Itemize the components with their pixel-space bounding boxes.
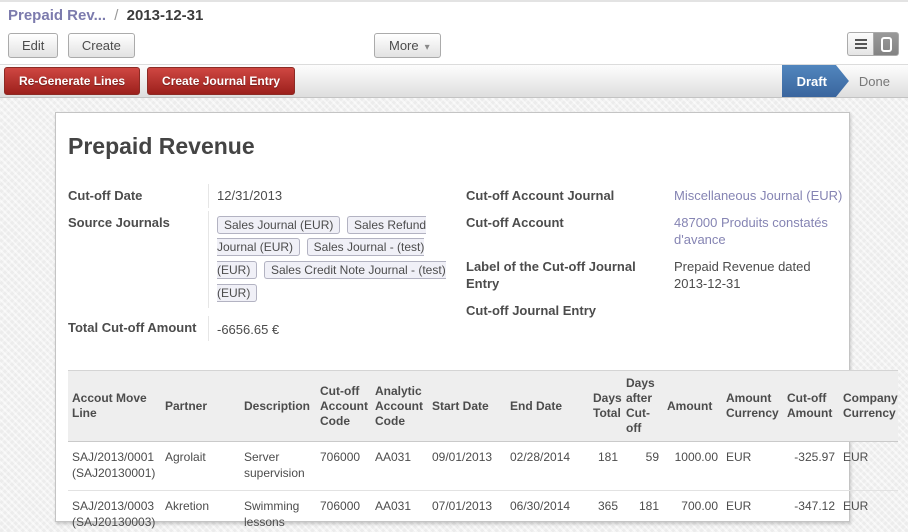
column-header: Amount Currency bbox=[722, 371, 783, 442]
cell-cutoff-amount: -325.97 bbox=[783, 442, 839, 491]
total-cutoff-label: Total Cut-off Amount bbox=[68, 316, 208, 342]
cell-company-currency: EUR bbox=[839, 442, 898, 491]
cell-partner: Akretion bbox=[161, 491, 240, 532]
cell-amount-currency: EUR bbox=[722, 491, 783, 532]
page-title: Prepaid Revenue bbox=[68, 133, 839, 160]
breadcrumb-separator: / bbox=[110, 7, 122, 24]
table-header-row: Accout Move Line Partner Description Cut… bbox=[68, 371, 898, 442]
field-total-cutoff-amount: Total Cut-off Amount -6656.65 € bbox=[68, 316, 466, 342]
column-header: Cut-off Amount bbox=[783, 371, 839, 442]
entry-label-value: Prepaid Revenue dated 2013-12-31 bbox=[666, 255, 844, 296]
account-journal-link[interactable]: Miscellaneous Journal (EUR) bbox=[666, 184, 844, 208]
view-switcher bbox=[847, 32, 899, 56]
journal-entry-label: Cut-off Journal Entry bbox=[466, 299, 666, 323]
field-cutoff-account-journal: Cut-off Account Journal Miscellaneous Jo… bbox=[466, 184, 844, 208]
field-cutoff-account: Cut-off Account 487000 Produits constaté… bbox=[466, 211, 844, 252]
more-label: More bbox=[389, 38, 419, 53]
field-cutoff-date: Cut-off Date 12/31/2013 bbox=[68, 184, 466, 208]
more-dropdown-button[interactable]: More▾ bbox=[374, 33, 441, 58]
cell-days-total: 181 bbox=[589, 442, 622, 491]
form-view-icon bbox=[881, 37, 892, 52]
cell-move-line: SAJ/2013/0003 (SAJ20130003) bbox=[68, 491, 161, 532]
cell-move-line: SAJ/2013/0001 (SAJ20130001) bbox=[68, 442, 161, 491]
cell-amount: 700.00 bbox=[663, 491, 722, 532]
column-header: Days Total bbox=[589, 371, 622, 442]
cell-company-currency: EUR bbox=[839, 491, 898, 532]
account-journal-label: Cut-off Account Journal bbox=[466, 184, 666, 208]
cell-amount-currency: EUR bbox=[722, 442, 783, 491]
column-header: Accout Move Line bbox=[68, 371, 161, 442]
column-header: End Date bbox=[506, 371, 589, 442]
statusbar-states: Draft Done bbox=[782, 65, 908, 97]
status-done-label: Done bbox=[849, 65, 908, 97]
cell-start-date: 07/01/2013 bbox=[428, 491, 506, 532]
entry-label-label: Label of the Cut-off Journal Entry bbox=[466, 255, 666, 296]
right-field-group: Cut-off Account Journal Miscellaneous Jo… bbox=[466, 184, 844, 344]
status-action-bar: Re-Generate Lines Create Journal Entry D… bbox=[0, 64, 908, 98]
cell-cutoff-amount: -347.12 bbox=[783, 491, 839, 532]
create-button[interactable]: Create bbox=[68, 33, 135, 58]
edit-button[interactable]: Edit bbox=[8, 33, 58, 58]
page: Prepaid Rev... / 2013-12-31 Edit Create … bbox=[0, 0, 908, 532]
field-groups: Cut-off Date 12/31/2013 Source Journals … bbox=[68, 184, 839, 344]
field-entry-label: Label of the Cut-off Journal Entry Prepa… bbox=[466, 255, 844, 296]
cutoff-date-value: 12/31/2013 bbox=[208, 184, 466, 208]
column-header: Amount bbox=[663, 371, 722, 442]
breadcrumb: Prepaid Rev... / 2013-12-31 bbox=[0, 4, 908, 30]
cell-description: Swimming lessons bbox=[240, 491, 316, 532]
journal-entry-value bbox=[666, 299, 844, 323]
field-cutoff-journal-entry: Cut-off Journal Entry bbox=[466, 299, 844, 323]
field-source-journals: Source Journals Sales Journal (EUR) Sale… bbox=[68, 211, 466, 308]
column-header: Company Currency bbox=[839, 371, 898, 442]
create-journal-entry-button[interactable]: Create Journal Entry bbox=[147, 67, 295, 95]
total-cutoff-value: -6656.65 € bbox=[208, 316, 466, 342]
cell-account-code: 706000 bbox=[316, 491, 371, 532]
cell-description: Server supervision bbox=[240, 442, 316, 491]
cutoff-lines-table-zone: Accout Move Line Partner Description Cut… bbox=[68, 370, 839, 532]
cutoff-date-label: Cut-off Date bbox=[68, 184, 208, 208]
cutoff-lines-table: Accout Move Line Partner Description Cut… bbox=[68, 370, 898, 532]
cell-end-date: 02/28/2014 bbox=[506, 442, 589, 491]
cell-days-total: 365 bbox=[589, 491, 622, 532]
column-header: Description bbox=[240, 371, 316, 442]
table-row[interactable]: SAJ/2013/0001 (SAJ20130001) Agrolait Ser… bbox=[68, 442, 898, 491]
top-header: Prepaid Rev... / 2013-12-31 Edit Create … bbox=[0, 2, 908, 64]
journal-tag[interactable]: Sales Journal (EUR) bbox=[217, 216, 340, 234]
form-sheet: Prepaid Revenue Cut-off Date 12/31/2013 … bbox=[55, 112, 850, 522]
cell-account-code: 706000 bbox=[316, 442, 371, 491]
cell-analytic-code: AA031 bbox=[371, 491, 428, 532]
toolbar: Edit Create More▾ bbox=[0, 30, 908, 64]
breadcrumb-parent-link[interactable]: Prepaid Rev... bbox=[8, 7, 106, 24]
column-header: Cut-off Account Code bbox=[316, 371, 371, 442]
content-area: Prepaid Revenue Cut-off Date 12/31/2013 … bbox=[0, 98, 908, 532]
chevron-down-icon: ▾ bbox=[419, 42, 430, 53]
column-header: Partner bbox=[161, 371, 240, 442]
cell-start-date: 09/01/2013 bbox=[428, 442, 506, 491]
breadcrumb-current: 2013-12-31 bbox=[127, 7, 204, 24]
left-field-group: Cut-off Date 12/31/2013 Source Journals … bbox=[68, 184, 466, 344]
action-buttons: Re-Generate Lines Create Journal Entry bbox=[0, 65, 302, 97]
cell-partner: Agrolait bbox=[161, 442, 240, 491]
source-journals-tags: Sales Journal (EUR) Sales Refund Journal… bbox=[208, 211, 466, 308]
source-journals-label: Source Journals bbox=[68, 211, 208, 308]
cell-analytic-code: AA031 bbox=[371, 442, 428, 491]
column-header: Start Date bbox=[428, 371, 506, 442]
column-header: Days after Cut-off bbox=[622, 371, 663, 442]
cell-amount: 1000.00 bbox=[663, 442, 722, 491]
cell-days-after: 181 bbox=[622, 491, 663, 532]
regenerate-lines-button[interactable]: Re-Generate Lines bbox=[4, 67, 140, 95]
list-view-button[interactable] bbox=[847, 32, 873, 56]
column-header: Analytic Account Code bbox=[371, 371, 428, 442]
list-view-icon bbox=[855, 37, 867, 51]
cutoff-account-link[interactable]: 487000 Produits constatés d'avance bbox=[666, 211, 844, 252]
cutoff-account-label: Cut-off Account bbox=[466, 211, 666, 252]
form-view-button[interactable] bbox=[873, 32, 899, 56]
table-row[interactable]: SAJ/2013/0003 (SAJ20130003) Akretion Swi… bbox=[68, 491, 898, 532]
cell-days-after: 59 bbox=[622, 442, 663, 491]
cell-end-date: 06/30/2014 bbox=[506, 491, 589, 532]
status-draft-badge: Draft bbox=[782, 65, 849, 97]
